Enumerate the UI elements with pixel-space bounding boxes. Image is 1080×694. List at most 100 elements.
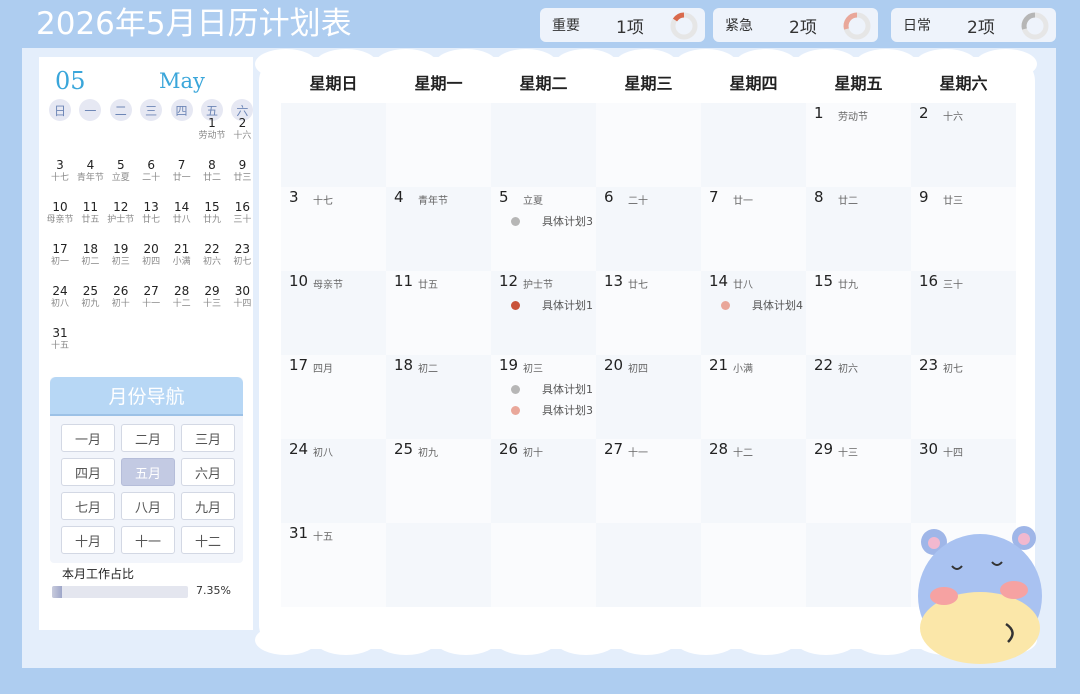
calendar-day-cell[interactable]: 30 十四 <box>911 439 1016 523</box>
calendar-day-cell[interactable]: 22 初六 <box>806 355 911 439</box>
mini-calendar-day-cell[interactable]: 5 立夏 <box>106 157 136 183</box>
month-button[interactable]: 四月 <box>61 458 115 486</box>
calendar-day-cell[interactable]: 16 三十 <box>911 271 1016 355</box>
month-button[interactable]: 十一 <box>121 526 175 554</box>
month-button[interactable]: 十月 <box>61 526 115 554</box>
mini-calendar-day-cell[interactable]: 6 二十 <box>136 157 166 183</box>
calendar-day-cell[interactable]: 6 二十 <box>596 187 701 271</box>
mini-calendar-day-cell[interactable]: 8 廿二 <box>197 157 227 183</box>
calendar-day-cell[interactable]: 21 小满 <box>701 355 806 439</box>
month-button[interactable]: 五月 <box>121 458 175 486</box>
mini-calendar-day-cell[interactable]: 29 十三 <box>197 283 227 309</box>
mini-calendar-day-cell[interactable]: 28 十二 <box>167 283 197 309</box>
mini-calendar-day-cell[interactable]: 30 十四 <box>227 283 257 309</box>
calendar-day-cell[interactable]: 9 廿三 <box>911 187 1016 271</box>
mini-calendar-day-cell[interactable]: 7 廿一 <box>167 157 197 183</box>
mini-calendar-day-cell[interactable]: 10 母亲节 <box>45 199 75 225</box>
mini-calendar-day-cell[interactable]: 23 初七 <box>227 241 257 267</box>
month-button[interactable]: 八月 <box>121 492 175 520</box>
summary-daily[interactable]: 日常 2项 <box>891 8 1056 42</box>
summary-count: 1项 <box>616 17 644 38</box>
calendar-day-cell[interactable]: 29 十三 <box>806 439 911 523</box>
plan-item[interactable]: 具体计划1 <box>511 381 593 397</box>
plan-item[interactable]: 具体计划3 <box>511 213 593 229</box>
mini-calendar-day-cell[interactable]: 27 十一 <box>136 283 166 309</box>
day-number: 7 <box>709 188 719 206</box>
calendar-day-cell[interactable]: 2 十六 <box>911 103 1016 187</box>
month-button[interactable]: 二月 <box>121 424 175 452</box>
calendar-day-cell[interactable]: 13 廿七 <box>596 271 701 355</box>
mini-calendar-day-cell[interactable]: 3 十七 <box>45 157 75 183</box>
mini-calendar-day-cell[interactable]: 31 十五 <box>45 325 75 351</box>
calendar-day-cell[interactable]: 23 初七 <box>911 355 1016 439</box>
mini-calendar-day-cell[interactable]: 26 初十 <box>106 283 136 309</box>
calendar-day-cell[interactable]: 11 廿五 <box>386 271 491 355</box>
calendar-day-cell[interactable]: 25 初九 <box>386 439 491 523</box>
summary-important[interactable]: 重要 1项 <box>540 8 705 42</box>
calendar-day-cell[interactable]: 18 初二 <box>386 355 491 439</box>
mini-calendar-day-cell[interactable]: 9 廿三 <box>227 157 257 183</box>
plan-dot-icon <box>511 384 520 394</box>
calendar-day-cell[interactable]: 15 廿九 <box>806 271 911 355</box>
mini-calendar-day-cell[interactable]: 19 初三 <box>106 241 136 267</box>
mini-day-number: 27 <box>143 284 159 298</box>
mini-day-lunar: 十二 <box>172 299 191 309</box>
calendar-day-cell[interactable]: 3 十七 <box>281 187 386 271</box>
mini-calendar-day-cell[interactable]: 20 初四 <box>136 241 166 267</box>
mini-calendar-day-cell[interactable]: 15 廿九 <box>197 199 227 225</box>
day-number: 8 <box>814 188 824 206</box>
plan-item[interactable]: 具体计划4 <box>721 297 803 313</box>
calendar-day-cell[interactable]: 1 劳动节 <box>806 103 911 187</box>
mini-calendar-day-cell[interactable]: 16 三十 <box>227 199 257 225</box>
mini-calendar-day-cell[interactable]: 2 十六 <box>227 115 257 141</box>
month-button[interactable]: 十二 <box>181 526 235 554</box>
calendar-day-cell[interactable]: 31 十五 <box>281 523 386 607</box>
day-number: 14 <box>709 272 729 290</box>
mini-day-number: 8 <box>208 158 216 172</box>
mini-calendar-day-cell[interactable]: 13 廿七 <box>136 199 166 225</box>
day-number: 25 <box>394 440 414 458</box>
month-navigation-title: 月份导航 <box>50 377 243 416</box>
weekday-header: 星期日 <box>309 74 358 93</box>
day-number: 12 <box>499 272 519 290</box>
calendar-day-cell[interactable]: 24 初八 <box>281 439 386 523</box>
mini-calendar-day-cell[interactable]: 25 初九 <box>75 283 105 309</box>
mini-calendar-day-cell[interactable]: 18 初二 <box>75 241 105 267</box>
mini-calendar-day-cell[interactable]: 11 廿五 <box>75 199 105 225</box>
mini-calendar-day-cell[interactable]: 1 劳动节 <box>197 115 227 141</box>
calendar-day-cell[interactable]: 20 初四 <box>596 355 701 439</box>
mini-calendar-day-cell[interactable]: 22 初六 <box>197 241 227 267</box>
calendar-day-cell[interactable]: 12 护士节 具体计划1 <box>491 271 596 355</box>
mini-calendar-day-cell[interactable]: 17 初一 <box>45 241 75 267</box>
mini-calendar-day-cell[interactable]: 14 廿八 <box>167 199 197 225</box>
plan-item[interactable]: 具体计划1 <box>511 297 593 313</box>
calendar-day-cell[interactable]: 28 十二 <box>701 439 806 523</box>
mini-calendar-day-cell[interactable]: 21 小满 <box>167 241 197 267</box>
calendar-day-cell[interactable]: 17 四月 <box>281 355 386 439</box>
calendar-day-cell[interactable]: 7 廿一 <box>701 187 806 271</box>
calendar-day-cell[interactable]: 5 立夏 具体计划3 <box>491 187 596 271</box>
day-number: 3 <box>289 188 299 206</box>
calendar-day-cell[interactable]: 14 廿八 具体计划4 <box>701 271 806 355</box>
plan-item[interactable]: 具体计划3 <box>511 402 593 418</box>
summary-urgent[interactable]: 紧急 2项 <box>713 8 878 42</box>
calendar-day-cell[interactable]: 4 青年节 <box>386 187 491 271</box>
mini-calendar-day-cell[interactable]: 12 护士节 <box>106 199 136 225</box>
calendar-day-cell[interactable]: 10 母亲节 <box>281 271 386 355</box>
calendar-day-cell[interactable]: 27 十一 <box>596 439 701 523</box>
day-number: 15 <box>814 272 834 290</box>
mini-calendar-day-cell[interactable]: 24 初八 <box>45 283 75 309</box>
month-button[interactable]: 七月 <box>61 492 115 520</box>
day-number: 22 <box>814 356 834 374</box>
month-button[interactable]: 三月 <box>181 424 235 452</box>
day-lunar-label: 十三 <box>838 448 858 459</box>
day-lunar-label: 劳动节 <box>838 112 868 123</box>
mini-calendar-day-cell[interactable]: 4 青年节 <box>75 157 105 183</box>
month-button[interactable]: 一月 <box>61 424 115 452</box>
month-button[interactable]: 六月 <box>181 458 235 486</box>
calendar-day-cell[interactable]: 8 廿二 <box>806 187 911 271</box>
month-button[interactable]: 九月 <box>181 492 235 520</box>
calendar-day-cell[interactable]: 26 初十 <box>491 439 596 523</box>
day-lunar-label: 十四 <box>943 448 963 459</box>
calendar-day-cell[interactable]: 19 初三 具体计划1 具体计划3 <box>491 355 596 439</box>
